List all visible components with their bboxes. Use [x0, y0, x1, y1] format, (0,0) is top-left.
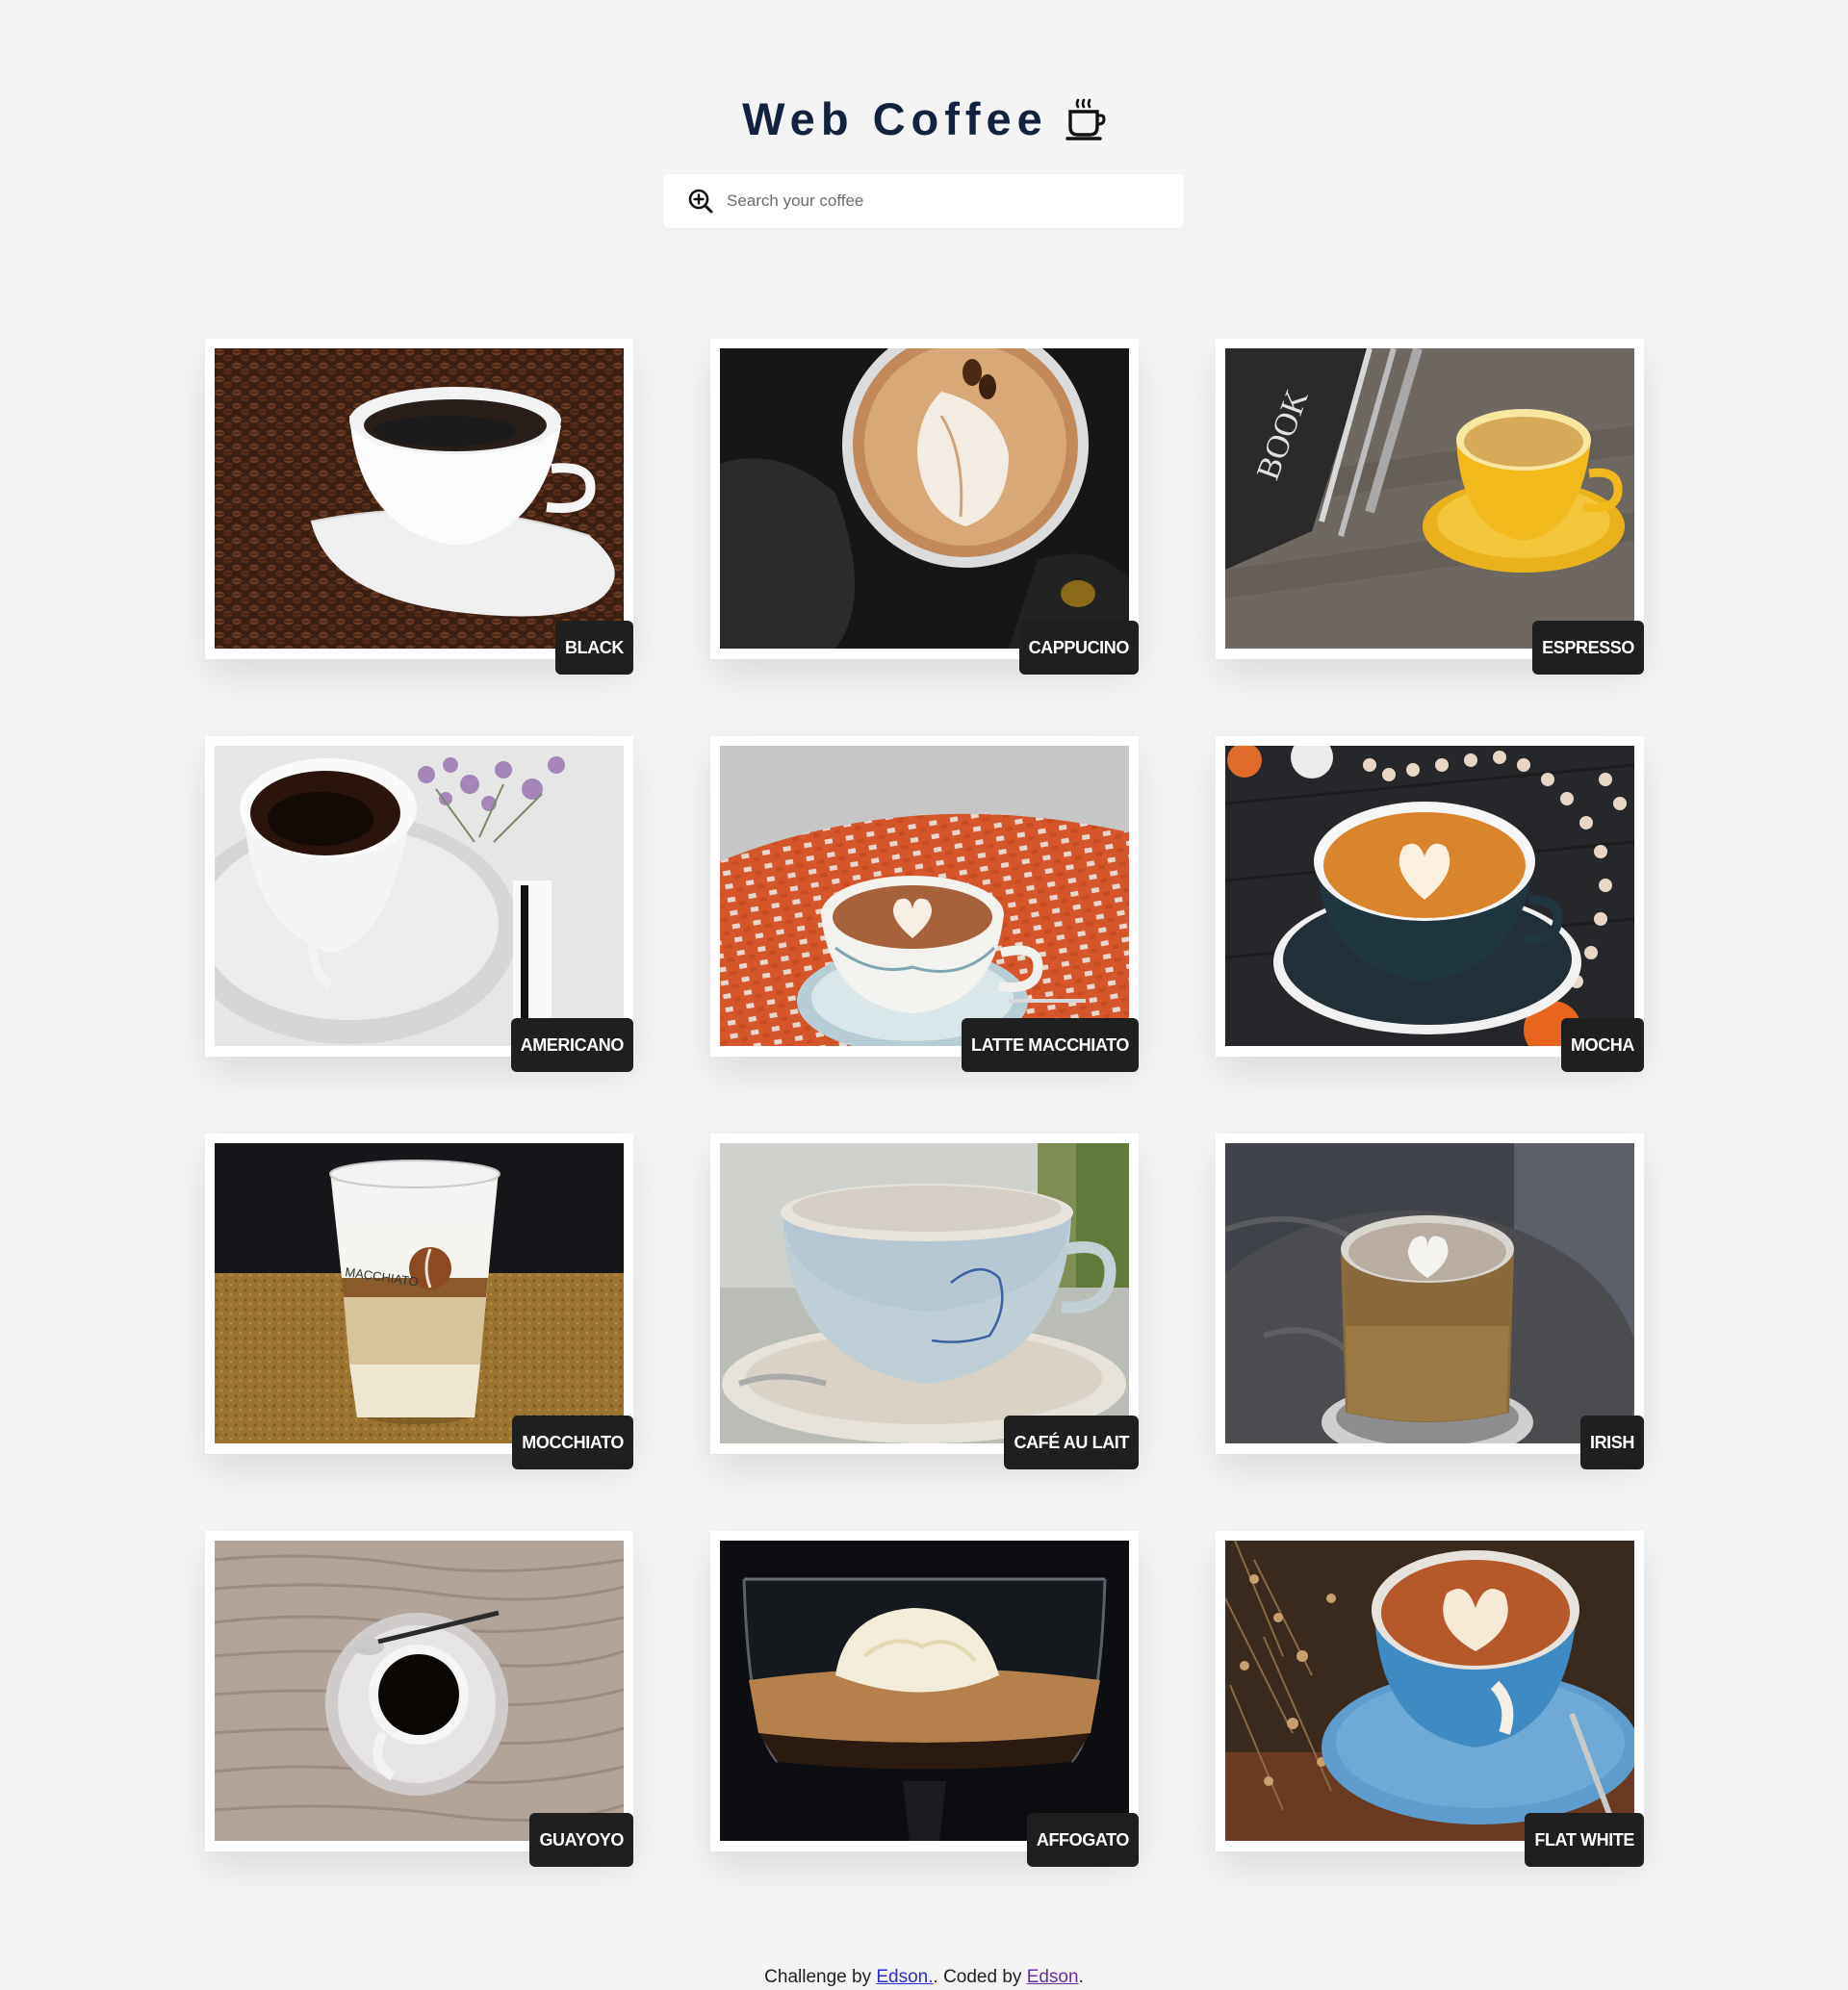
- footer-suffix: .: [1078, 1967, 1084, 1987]
- page-title: Web Coffee: [742, 93, 1048, 144]
- coffee-photo: MACCHIATO: [215, 1143, 624, 1443]
- coffee-name-badge: MOCCHIATO: [512, 1416, 633, 1469]
- coffee-name-badge: LATTE MACCHIATO: [962, 1018, 1139, 1072]
- footer-prefix: Challenge by: [764, 1967, 877, 1987]
- coffee-card-flat-white[interactable]: FLAT WHITE: [1216, 1531, 1644, 1867]
- page-header: Web Coffee: [0, 92, 1848, 145]
- search-input[interactable]: [725, 191, 1171, 212]
- search-bar[interactable]: [663, 174, 1184, 228]
- coffee-card-guayoyo[interactable]: GUAYOYO: [205, 1531, 633, 1867]
- page-footer: Challenge by Edson.. Coded by Edson.: [0, 1967, 1848, 1988]
- coffee-name-badge: CAPPUCINO: [1018, 621, 1139, 675]
- zoom-in-magnifier-icon[interactable]: [686, 187, 715, 216]
- coffee-card-affogato[interactable]: AFFOGATO: [710, 1531, 1139, 1867]
- coffee-name-badge: MOCHA: [1561, 1018, 1644, 1072]
- coffee-photo: [215, 348, 624, 649]
- coffee-name-badge: IRISH: [1579, 1416, 1644, 1469]
- coffee-photo: BOOK: [1225, 348, 1634, 649]
- coffee-card-cafe-au-lait[interactable]: CAFÉ AU LAIT: [710, 1134, 1139, 1469]
- coffee-name-badge: AFFOGATO: [1026, 1813, 1139, 1867]
- coffee-name-badge: GUAYOYO: [529, 1813, 633, 1867]
- coffee-cup-icon: [1065, 98, 1106, 140]
- coffee-name-badge: AMERICANO: [510, 1018, 633, 1072]
- coffee-photo: [215, 1541, 624, 1841]
- challenge-author-link[interactable]: Edson.: [876, 1967, 933, 1987]
- coffee-photo: [720, 1143, 1129, 1443]
- coffee-card-latte-macchiato[interactable]: LATTE MACCHIATO: [710, 736, 1139, 1072]
- footer-middle: . Coded by: [933, 1967, 1027, 1987]
- coffee-card-mocchiato[interactable]: MACCHIATO MOCCHIATO: [205, 1134, 633, 1469]
- coffee-card-cappucino[interactable]: CAPPUCINO: [710, 339, 1139, 675]
- coffee-photo: [1225, 1541, 1634, 1841]
- coffee-name-badge: FLAT WHITE: [1525, 1813, 1644, 1867]
- coffee-photo: [720, 348, 1129, 649]
- coffee-card-mocha[interactable]: MOCHA: [1216, 736, 1644, 1072]
- coffee-card-black[interactable]: BLACK: [205, 339, 633, 675]
- coffee-photo: [720, 1541, 1129, 1841]
- coffee-card-americano[interactable]: AMERICANO: [205, 736, 633, 1072]
- coffee-grid: BLACK CAPPUCINO BOOK ESPRESSO AMERICANO …: [205, 339, 1645, 1867]
- coder-link[interactable]: Edson: [1027, 1967, 1079, 1987]
- coffee-photo: [215, 746, 624, 1046]
- coffee-card-irish[interactable]: IRISH: [1216, 1134, 1644, 1469]
- title-row: Web Coffee: [742, 92, 1106, 145]
- coffee-photo: [1225, 746, 1634, 1046]
- coffee-card-espresso[interactable]: BOOK ESPRESSO: [1216, 339, 1644, 675]
- coffee-name-badge: ESPRESSO: [1532, 621, 1644, 675]
- coffee-photo: [720, 746, 1129, 1046]
- coffee-name-badge: BLACK: [555, 621, 633, 675]
- coffee-photo: [1225, 1143, 1634, 1443]
- coffee-name-badge: CAFÉ AU LAIT: [1004, 1416, 1139, 1469]
